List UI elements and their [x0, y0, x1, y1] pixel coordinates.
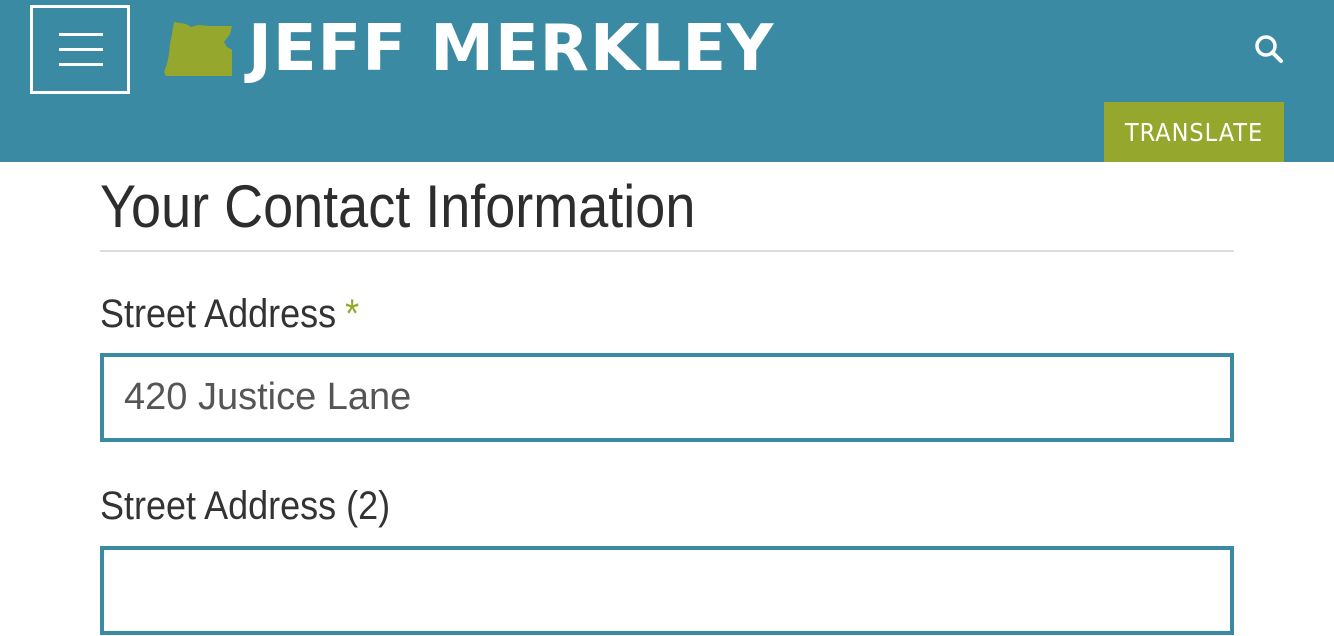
- street-address-label-text: Street Address: [100, 292, 337, 336]
- street-address-2-label: Street Address (2): [100, 484, 391, 528]
- site-logo[interactable]: JEFF MERKLEY: [164, 12, 775, 86]
- hamburger-menu-icon: [59, 63, 103, 66]
- contact-form: Your Contact Information Street Address *…: [100, 162, 1234, 635]
- required-marker: *: [345, 292, 360, 336]
- section-divider: [100, 250, 1234, 252]
- logo-text: JEFF MERKLEY: [248, 12, 775, 86]
- section-title: Your Contact Information: [100, 173, 696, 240]
- street-address-input[interactable]: [100, 353, 1234, 442]
- menu-button[interactable]: [30, 5, 130, 94]
- translate-button[interactable]: TRANSLATE: [1104, 102, 1284, 162]
- hamburger-menu-icon: [59, 48, 103, 51]
- site-header: JEFF MERKLEY TRANSLATE: [0, 0, 1334, 162]
- oregon-state-icon: [164, 22, 232, 76]
- street-address-label: Street Address *: [100, 290, 359, 338]
- search-button[interactable]: [1250, 30, 1288, 68]
- hamburger-menu-icon: [59, 33, 103, 36]
- search-icon: [1255, 35, 1283, 63]
- street-address-2-input[interactable]: [100, 546, 1234, 635]
